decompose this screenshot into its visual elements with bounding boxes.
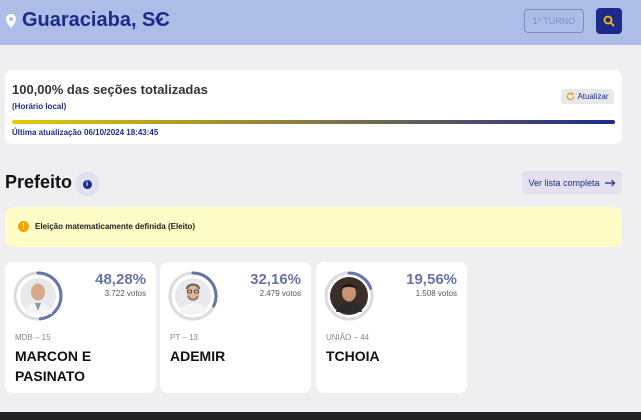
avatar bbox=[167, 270, 219, 322]
refresh-button[interactable]: Atualizar bbox=[561, 89, 614, 104]
refresh-label: Atualizar bbox=[577, 92, 609, 101]
info-icon: i bbox=[82, 179, 92, 189]
view-full-list-button[interactable]: Ver lista completa bbox=[522, 171, 622, 194]
party-number: PT – 13 bbox=[170, 333, 198, 342]
last-update-text: Última atualização 06/10/2024 18:43:45 bbox=[12, 128, 159, 137]
candidate-card[interactable]: 32,16% 2.479 votos PT – 13 ADEMIR bbox=[160, 262, 311, 393]
view-full-list-label: Ver lista completa bbox=[528, 177, 600, 188]
arrow-right-icon bbox=[604, 179, 615, 186]
candidate-name: ADEMIR bbox=[170, 348, 226, 364]
city-title[interactable]: Guaraciaba, SC bbox=[22, 9, 170, 32]
avatar bbox=[323, 270, 375, 322]
section-title: Prefeito bbox=[5, 172, 73, 192]
turno-button[interactable]: 1º TURNO bbox=[524, 9, 584, 33]
totalization-card: 100,00% das seções totalizadas (Horário … bbox=[5, 70, 622, 144]
warning-icon: ! bbox=[18, 221, 29, 232]
totalization-progress-bar bbox=[12, 120, 615, 124]
candidate-card[interactable]: 48,28% 3.722 votos MDB – 15 MARCON E PAS… bbox=[5, 262, 156, 393]
vote-percentage: 48,28% bbox=[95, 271, 146, 288]
refresh-icon bbox=[567, 92, 575, 101]
top-bar: Guaraciaba, SC 1º TURNO bbox=[0, 0, 641, 45]
vote-count: 2.479 votos bbox=[259, 289, 301, 298]
alert-text: Eleição matematicamente definida (Eleito… bbox=[35, 222, 196, 231]
vote-count: 1.508 votos bbox=[415, 289, 457, 298]
totalization-title: 100,00% das seções totalizadas bbox=[12, 82, 208, 97]
vote-percentage: 32,16% bbox=[250, 271, 301, 288]
candidate-name: MARCON E PASINATO bbox=[15, 348, 92, 384]
local-time-note: (Horário local) bbox=[12, 102, 67, 111]
chevron-down-icon[interactable] bbox=[154, 16, 164, 24]
search-button[interactable] bbox=[596, 8, 622, 34]
vote-percentage: 19,56% bbox=[406, 271, 457, 288]
candidate-card[interactable]: 19,56% 1.508 votos UNIÃO – 44 TCHOIA bbox=[316, 262, 467, 393]
info-button[interactable]: i bbox=[75, 172, 99, 196]
candidate-name: TCHOIA bbox=[326, 348, 380, 364]
location-pin-icon bbox=[6, 14, 16, 28]
vote-count: 3.722 votos bbox=[104, 289, 146, 298]
avatar bbox=[12, 270, 64, 322]
progress-fill bbox=[12, 120, 615, 124]
election-alert: ! Eleição matematicamente definida (Elei… bbox=[5, 207, 622, 247]
bottom-strip bbox=[0, 412, 641, 420]
search-icon bbox=[603, 15, 615, 27]
party-number: UNIÃO – 44 bbox=[326, 333, 370, 342]
party-number: MDB – 15 bbox=[15, 333, 51, 342]
